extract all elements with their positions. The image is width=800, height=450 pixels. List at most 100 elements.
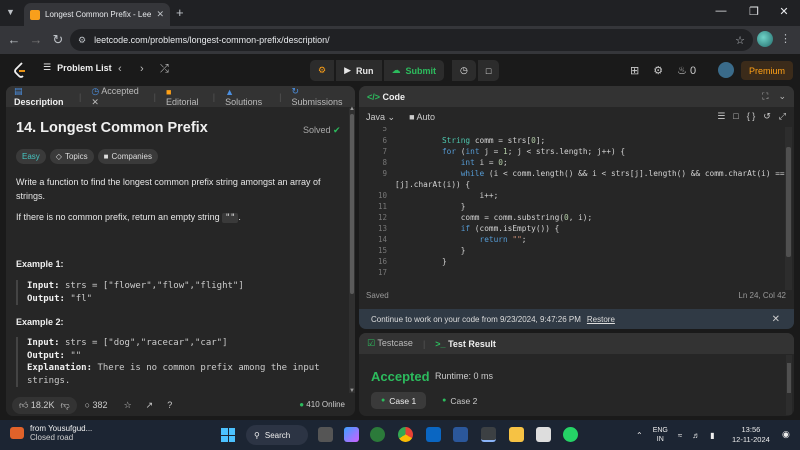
whatsapp-icon[interactable]	[563, 427, 578, 442]
input-value: strs = ["flower","flow","flight"]	[64, 281, 244, 291]
omnibox[interactable]: ⚙ leetcode.com/problems/longest-common-p…	[70, 29, 753, 51]
reload-icon[interactable]: ↻	[50, 32, 66, 48]
close-accepted-tab-icon[interactable]: ✕	[91, 97, 99, 107]
restore-window-icon[interactable]: ❐	[744, 5, 764, 18]
timer-button[interactable]: ◷	[452, 60, 476, 81]
task-view-icon[interactable]	[318, 427, 333, 442]
leetcode-logo-icon[interactable]	[13, 62, 27, 78]
user-avatar[interactable]	[718, 62, 735, 78]
dislike-button[interactable]: 👎︎	[60, 400, 69, 411]
prev-problem-icon[interactable]: ‹	[118, 63, 122, 75]
bookmark-star-icon[interactable]: ☆	[735, 34, 745, 47]
close-banner-icon[interactable]: ✕	[772, 314, 780, 325]
restore-message: Continue to work on your code from 9/23/…	[371, 314, 581, 324]
site-info-icon[interactable]: ⚙	[78, 35, 86, 46]
settings-gear-icon[interactable]: ⚙	[653, 64, 663, 77]
shuffle-icon[interactable]: ⤮	[160, 63, 169, 76]
copilot-icon[interactable]	[344, 427, 359, 442]
notes-icon[interactable]: ☰	[717, 111, 725, 122]
tab-search-icon[interactable]: ▼	[6, 7, 15, 17]
test-scroll-thumb[interactable]	[787, 363, 791, 393]
case-2-tab[interactable]: ● Case 2	[432, 392, 487, 409]
tab-editorial[interactable]: ■ Editorial	[166, 87, 203, 107]
scroll-thumb[interactable]	[350, 114, 354, 294]
topics-tag[interactable]: ◇ Topics	[49, 149, 94, 164]
tab-accepted[interactable]: ◷ Accepted ✕	[91, 86, 143, 108]
new-tab-icon[interactable]: +	[176, 5, 184, 20]
tab-testcase[interactable]: ☑ Testcase	[367, 338, 413, 349]
minimize-icon[interactable]: —	[711, 5, 731, 17]
battery-icon[interactable]: ▮	[710, 431, 714, 440]
taskbar-clock[interactable]: 13:56 12-11-2024	[732, 425, 770, 445]
chrome-icon[interactable]	[398, 427, 413, 442]
notes-button[interactable]: □	[477, 60, 500, 81]
taskbar-search[interactable]: ⚲ Search	[246, 425, 308, 445]
tab-submissions[interactable]: ↻ Submissions	[291, 86, 347, 107]
chrome-active-icon[interactable]	[481, 427, 496, 442]
run-button[interactable]: ▶ Run	[336, 60, 382, 81]
word-icon[interactable]	[453, 427, 468, 442]
back-icon[interactable]: ←	[6, 32, 22, 47]
notification-bell-icon[interactable]: ◉	[782, 429, 790, 440]
store-icon[interactable]	[536, 427, 551, 442]
favorite-star-icon[interactable]: ☆	[124, 400, 132, 411]
browser-menu-icon[interactable]: ⋮	[780, 32, 791, 45]
reset-icon[interactable]: ↺	[763, 111, 771, 122]
problem-title[interactable]: 14. Longest Common Prefix	[16, 120, 208, 136]
example-2-input: Input: strs = ["dog","racecar","car"]	[27, 337, 336, 350]
wifi-icon[interactable]: ≈	[678, 431, 682, 440]
run-label: Run	[356, 65, 374, 76]
editor-scrollbar[interactable]	[785, 127, 792, 290]
comments-button[interactable]: ○ 382	[85, 400, 108, 410]
profile-avatar[interactable]	[757, 31, 773, 47]
description-footer: 👍︎ 18.2K 👎︎ ○ 382 ☆ ↗ ? ● 410 Online	[6, 394, 355, 416]
like-button[interactable]: 👍︎ 18.2K	[19, 400, 54, 411]
collapse-icon[interactable]: ⌄	[778, 91, 786, 102]
tab-solutions[interactable]: ▲ Solutions	[225, 87, 269, 107]
chrome-profile-app-icon[interactable]	[370, 427, 385, 442]
close-window-icon[interactable]: ✕	[774, 5, 794, 18]
layout-grid-icon[interactable]: ⊞	[630, 64, 639, 77]
volume-icon[interactable]: ♬	[692, 431, 700, 440]
share-icon[interactable]: ↗	[146, 400, 154, 411]
leetcode-navbar: ☰ Problem List ‹ › ⤮ ⚙ ▶ Run ☁ Submit ◷ …	[0, 56, 800, 84]
language-select[interactable]: Java ⌄	[366, 112, 395, 123]
description-scrollbar[interactable]: ▲ ▼	[349, 106, 355, 394]
start-windows-icon[interactable]	[221, 428, 235, 442]
solved-label: Solved	[303, 125, 331, 135]
weather-widget[interactable]: from Yousufgud... Closed road	[10, 424, 92, 442]
streak-counter[interactable]: ♨ 0	[677, 64, 696, 77]
line-number: 8	[382, 158, 387, 167]
browser-tab[interactable]: Longest Common Prefix - LeetC ✕	[24, 3, 170, 26]
submit-button[interactable]: ☁ Submit	[383, 60, 444, 81]
linkedin-icon[interactable]	[426, 427, 441, 442]
tab-description[interactable]: ▤ Description	[14, 86, 69, 107]
code-editor[interactable]: 5 6 7 8 9 10 11 12 13 14 15 16 17 String…	[359, 127, 789, 290]
case-1-tab[interactable]: ● Case 1	[371, 392, 427, 409]
next-problem-icon[interactable]: ›	[140, 63, 144, 75]
test-panel-scrollbar[interactable]	[786, 355, 792, 415]
code-tab[interactable]: </> Code	[367, 92, 405, 102]
fullscreen-icon[interactable]: ⤢	[779, 111, 786, 122]
debug-button[interactable]: ⚙	[310, 60, 335, 81]
editor-scroll-thumb[interactable]	[786, 147, 791, 257]
input-language[interactable]: ENG IN	[653, 426, 668, 444]
problem-list-link[interactable]: ☰ Problem List	[43, 62, 112, 73]
restore-link[interactable]: Restore	[587, 315, 615, 324]
maximize-icon[interactable]: ⛶	[762, 91, 768, 102]
help-icon[interactable]: ?	[167, 400, 172, 410]
bookmark-icon[interactable]: □	[733, 111, 738, 122]
mode-toggle[interactable]: ■ Auto	[409, 112, 435, 122]
companies-tag[interactable]: ■ Companies	[97, 149, 158, 164]
file-explorer-icon[interactable]	[509, 427, 524, 442]
forward-icon[interactable]: →	[28, 32, 44, 47]
code-line: for (int j = 1; j < strs.length; j++) {	[441, 147, 626, 156]
like-count: 18.2K	[30, 399, 55, 410]
scroll-up-icon[interactable]: ▲	[349, 106, 355, 112]
close-tab-icon[interactable]: ✕	[156, 9, 164, 20]
premium-button[interactable]: Premium	[741, 61, 793, 80]
line-number: 16	[377, 257, 387, 266]
tab-test-result[interactable]: >_ Test Result	[435, 339, 496, 349]
show-hidden-icons-chevron-icon[interactable]: ⌃	[636, 431, 643, 440]
format-braces-icon[interactable]: { }	[747, 111, 756, 122]
